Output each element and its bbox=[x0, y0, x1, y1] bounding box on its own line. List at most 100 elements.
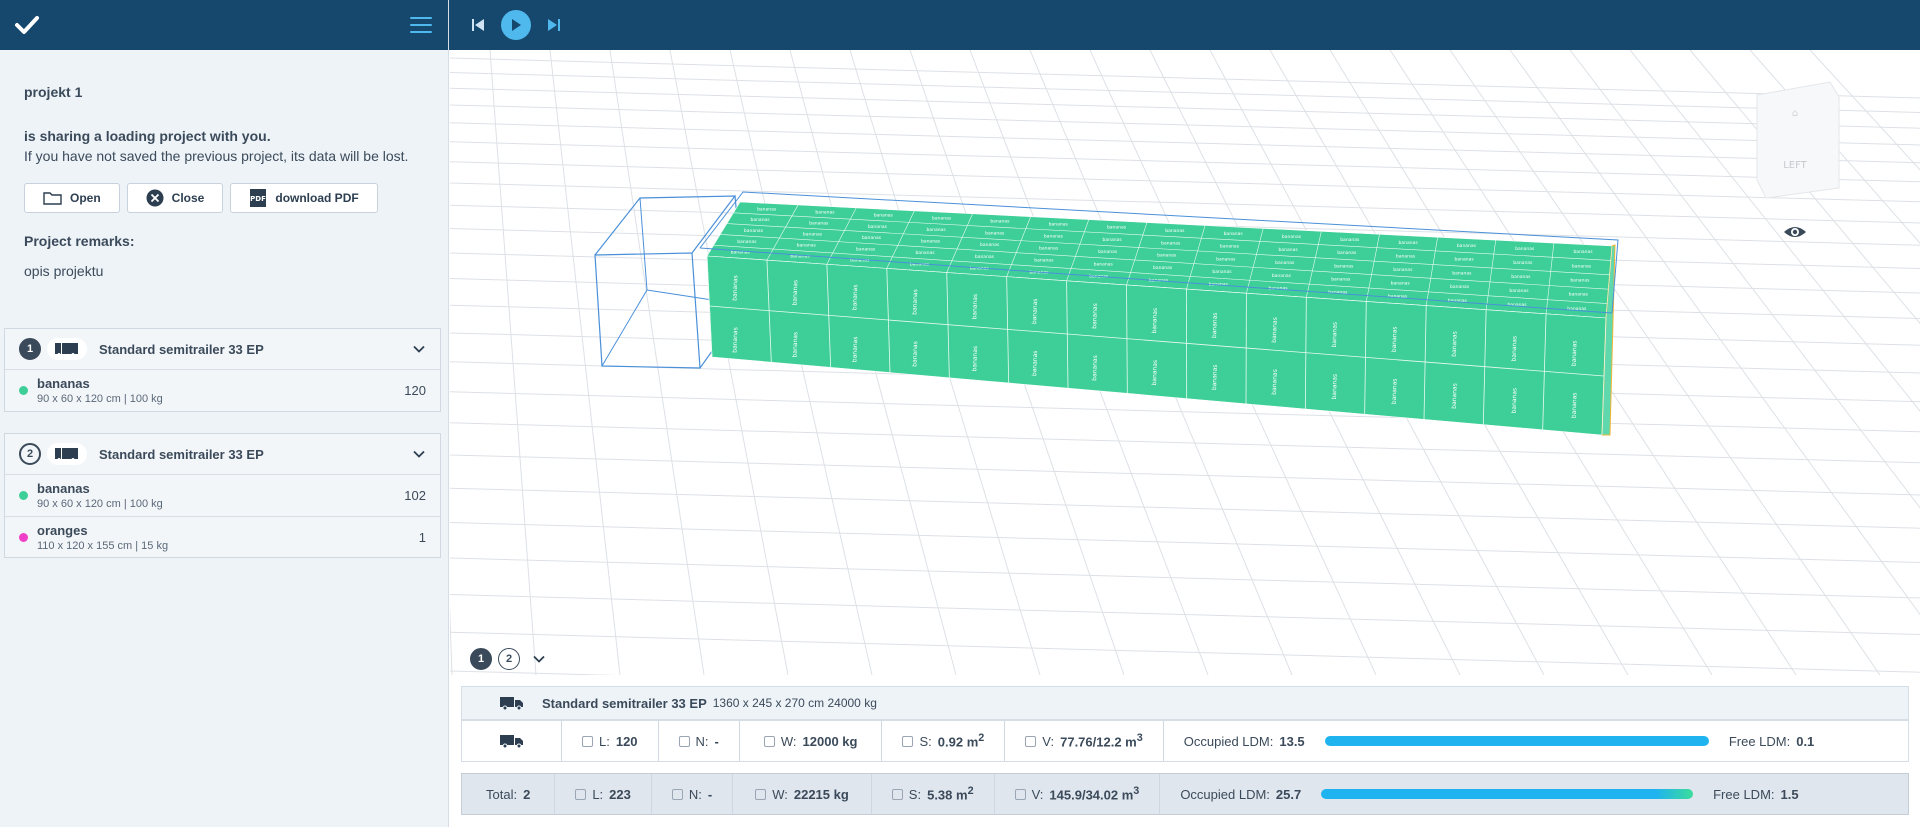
stat-free-ldm: Free LDM: 1.5 bbox=[1713, 786, 1799, 802]
stack-icon bbox=[671, 788, 683, 800]
svg-text:bananas: bananas bbox=[1049, 222, 1069, 228]
svg-text:bananas: bananas bbox=[1091, 355, 1099, 381]
svg-text:bananas: bananas bbox=[1457, 243, 1477, 249]
svg-text:bananas: bananas bbox=[1393, 267, 1413, 273]
cargo-dims: 90 x 60 x 120 cm | 100 kg bbox=[37, 498, 163, 510]
svg-text:bananas: bananas bbox=[851, 336, 859, 362]
truck-summary-name: Standard semitrailer 33 EP bbox=[542, 695, 707, 711]
project-name: projekt 1 bbox=[24, 84, 83, 100]
svg-text:⌂: ⌂ bbox=[1792, 108, 1798, 119]
svg-text:bananas: bananas bbox=[1224, 231, 1244, 237]
svg-text:bananas: bananas bbox=[1451, 383, 1459, 409]
svg-text:bananas: bananas bbox=[1031, 298, 1039, 324]
svg-text:bananas: bananas bbox=[1571, 392, 1579, 418]
stat-occupied-ldm: Occupied LDM: 25.7 bbox=[1180, 786, 1302, 802]
folder-icon bbox=[43, 192, 62, 205]
playback-toolbar bbox=[449, 0, 1920, 50]
svg-text:bananas: bananas bbox=[1282, 234, 1302, 240]
svg-text:bananas: bananas bbox=[744, 228, 764, 234]
pdf-icon: PDF bbox=[250, 189, 266, 207]
download-pdf-button[interactable]: PDF download PDF bbox=[230, 183, 378, 213]
close-circle-icon bbox=[146, 189, 164, 207]
cargo-count: 102 bbox=[404, 488, 426, 503]
3d-viewport[interactable]: bananas bananas bananas bananas bananas banan… bbox=[450, 50, 1920, 675]
svg-text:bananas: bananas bbox=[1334, 263, 1354, 269]
svg-text:bananas: bananas bbox=[1399, 240, 1419, 246]
stat-length: L: 120 bbox=[562, 721, 659, 761]
chevron-down-icon[interactable] bbox=[412, 447, 426, 461]
view-cube[interactable]: LEFT ⌂ bbox=[1756, 81, 1840, 199]
stat-surface: S: 5.38 m2 bbox=[872, 774, 995, 814]
svg-text:bananas: bananas bbox=[1271, 317, 1279, 343]
truck-tab-2[interactable]: 2 bbox=[498, 648, 520, 670]
truck-header-2[interactable]: 2 Standard semitrailer 33 EP bbox=[5, 434, 440, 475]
svg-text:bananas: bananas bbox=[1391, 280, 1411, 286]
eye-icon[interactable] bbox=[1784, 227, 1806, 237]
volume-icon bbox=[1025, 735, 1037, 747]
svg-text:bananas: bananas bbox=[1337, 250, 1357, 256]
play-icon bbox=[512, 19, 521, 31]
download-pdf-label: download PDF bbox=[275, 191, 359, 205]
cargo-count: 1 bbox=[418, 529, 426, 545]
svg-text:bananas: bananas bbox=[1451, 331, 1459, 357]
svg-text:bananas: bananas bbox=[980, 242, 1000, 248]
sidebar: projekt 1 is sharing a loading project w… bbox=[0, 0, 449, 827]
close-button[interactable]: Close bbox=[126, 183, 224, 213]
weight-icon bbox=[763, 735, 775, 747]
volume-icon bbox=[1014, 788, 1026, 800]
svg-text:bananas: bananas bbox=[1161, 240, 1181, 246]
skip-next-icon[interactable] bbox=[547, 18, 561, 32]
svg-text:bananas: bananas bbox=[1511, 274, 1531, 280]
svg-text:bananas: bananas bbox=[911, 289, 919, 315]
svg-text:bananas: bananas bbox=[732, 275, 740, 301]
chevron-down-icon[interactable] bbox=[412, 342, 426, 356]
svg-text:bananas: bananas bbox=[1098, 249, 1118, 255]
stat-weight: W: 22215 kg bbox=[733, 774, 872, 814]
svg-text:bananas: bananas bbox=[1271, 369, 1279, 395]
svg-text:bananas: bananas bbox=[1573, 249, 1593, 255]
svg-text:bananas: bananas bbox=[750, 217, 770, 223]
svg-text:bananas: bananas bbox=[926, 227, 946, 233]
svg-text:bananas: bananas bbox=[732, 327, 740, 353]
cargo-name: oranges bbox=[37, 522, 88, 538]
svg-text:bananas: bananas bbox=[862, 235, 882, 241]
cargo-item[interactable]: bananas 90 x 60 x 120 cm | 100 kg 102 bbox=[5, 475, 440, 516]
svg-text:bananas: bananas bbox=[1272, 273, 1292, 279]
svg-text:bananas: bananas bbox=[1511, 336, 1519, 362]
svg-text:bananas: bananas bbox=[1211, 364, 1219, 390]
grid-icon bbox=[582, 735, 593, 747]
svg-text:bananas: bananas bbox=[851, 284, 859, 310]
truck-number-badge: 1 bbox=[19, 338, 41, 360]
skip-previous-icon[interactable] bbox=[471, 18, 485, 32]
checkmark-logo-icon[interactable] bbox=[14, 15, 40, 35]
svg-text:bananas: bananas bbox=[1107, 225, 1127, 231]
play-button[interactable] bbox=[501, 10, 531, 40]
svg-text:bananas: bananas bbox=[1034, 258, 1054, 264]
svg-text:bananas: bananas bbox=[1151, 360, 1159, 386]
stat-n: N: - bbox=[659, 721, 740, 761]
open-button[interactable]: Open bbox=[24, 183, 120, 213]
cargo-item[interactable]: oranges 110 x 120 x 155 cm | 15 kg 1 bbox=[5, 516, 440, 557]
truck-icon bbox=[47, 338, 87, 360]
svg-text:bananas: bananas bbox=[1515, 246, 1535, 252]
svg-text:bananas: bananas bbox=[1570, 277, 1590, 283]
weight-icon bbox=[755, 788, 767, 800]
remarks-label: Project remarks: bbox=[24, 233, 135, 249]
svg-text:bananas: bananas bbox=[1220, 244, 1240, 250]
hamburger-menu-icon[interactable] bbox=[410, 17, 432, 33]
svg-text:bananas: bananas bbox=[1151, 308, 1159, 334]
truck-icon bbox=[462, 721, 562, 761]
truck-number-badge: 2 bbox=[19, 443, 41, 465]
svg-text:bananas: bananas bbox=[921, 239, 941, 245]
truck-tab-1[interactable]: 1 bbox=[470, 648, 492, 670]
cargo-item[interactable]: bananas 90 x 60 x 120 cm | 100 kg 120 bbox=[5, 370, 440, 411]
area-icon bbox=[891, 788, 903, 800]
cargo-color-dot bbox=[19, 491, 28, 500]
svg-text:bananas: bananas bbox=[971, 346, 979, 372]
chevron-down-icon[interactable] bbox=[532, 652, 546, 666]
loading-scene[interactable]: bananas bananas bananas bananas bananas banan… bbox=[450, 50, 1920, 675]
truck-header-1[interactable]: 1 Standard semitrailer 33 EP bbox=[5, 329, 440, 370]
sidebar-header bbox=[0, 0, 448, 50]
stat-free-ldm: Free LDM: 0.1 bbox=[1728, 733, 1815, 749]
svg-text:bananas: bananas bbox=[1091, 303, 1099, 329]
